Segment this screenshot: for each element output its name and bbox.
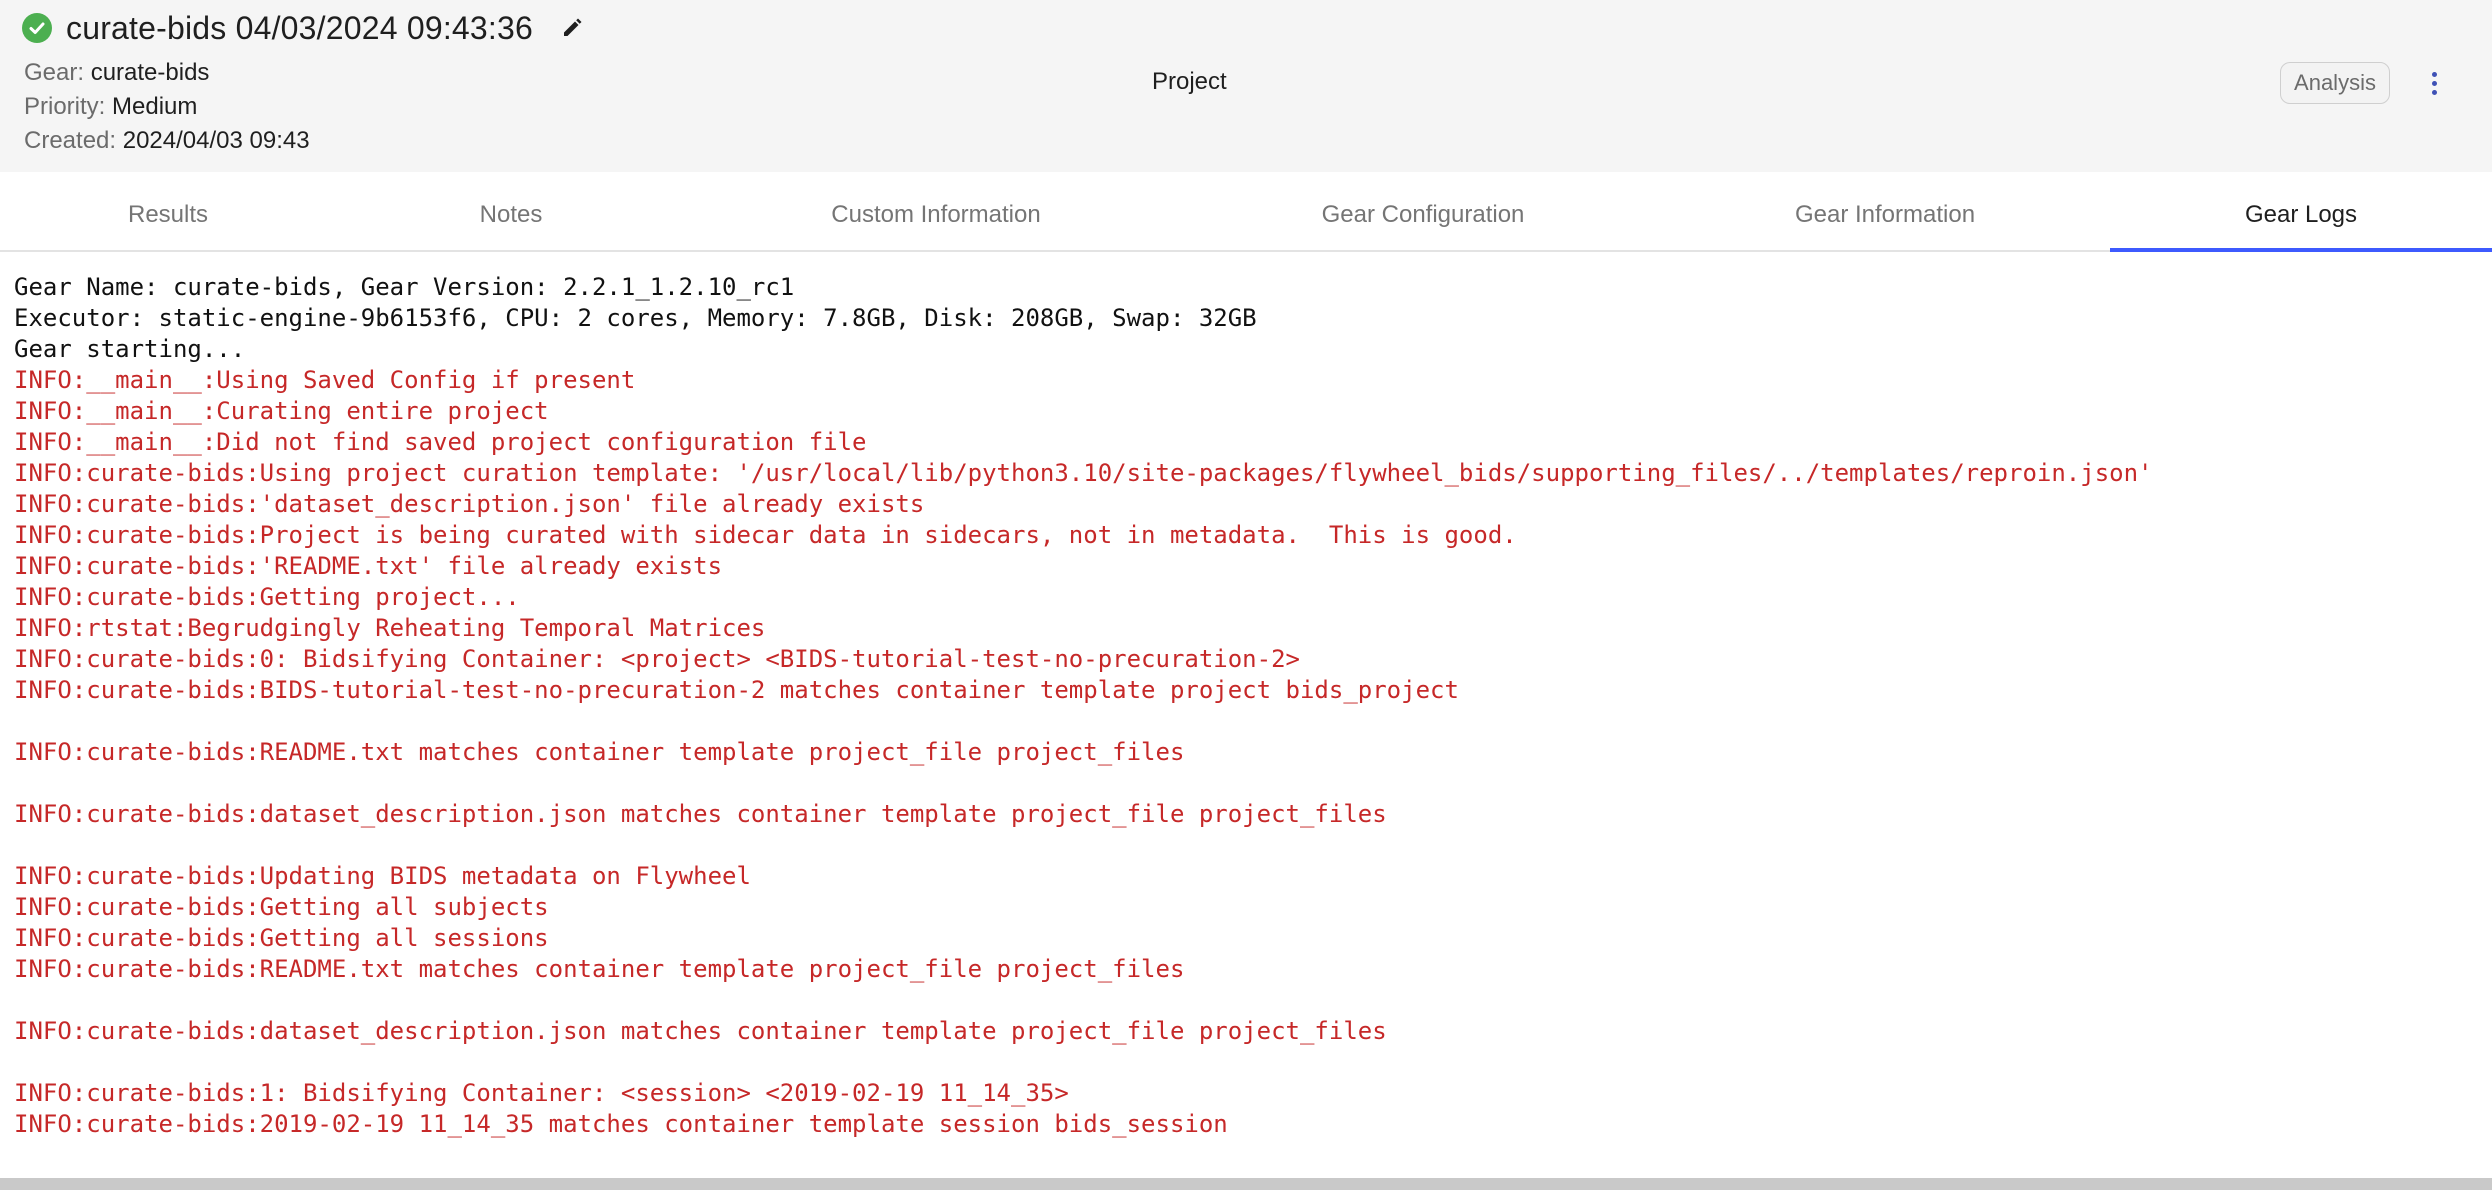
tab-results[interactable]: Results (0, 180, 336, 250)
log-line: INFO:curate-bids:0: Bidsifying Container… (14, 645, 1300, 673)
log-line: INFO:curate-bids:Getting all subjects (14, 893, 549, 921)
job-meta: Gear: curate-bids Priority: Medium Creat… (24, 56, 310, 158)
priority-value: Medium (112, 93, 198, 120)
created-key: Created: (24, 127, 117, 154)
log-line: INFO:curate-bids:README.txt matches cont… (14, 955, 1185, 983)
kebab-menu-icon[interactable] (2424, 66, 2444, 100)
log-line: INFO:curate-bids:Getting project... (14, 583, 520, 611)
analysis-button[interactable]: Analysis (2280, 62, 2390, 104)
log-line: INFO:curate-bids:Getting all sessions (14, 924, 549, 952)
log-line: INFO:rtstat:Begrudgingly Reheating Tempo… (14, 614, 766, 642)
log-line: INFO:curate-bids:dataset_description.jso… (14, 1017, 1387, 1045)
tab-notes[interactable]: Notes (336, 180, 686, 250)
pencil-icon[interactable] (561, 17, 583, 39)
tab-gear-configuration[interactable]: Gear Configuration (1186, 180, 1660, 250)
bottom-overlay-strip (0, 1178, 2492, 1190)
job-header: curate-bids 04/03/2024 09:43:36 Gear: cu… (0, 0, 2492, 172)
log-line: INFO:curate-bids:README.txt matches cont… (14, 738, 1185, 766)
log-line: INFO:__main__:Using Saved Config if pres… (14, 366, 636, 394)
log-line: INFO:curate-bids:Updating BIDS metadata … (14, 862, 751, 890)
created-value: 2024/04/03 09:43 (122, 127, 310, 154)
log-line: Gear starting... (14, 335, 246, 363)
log-line: INFO:curate-bids:Project is being curate… (14, 521, 1517, 549)
gear-value: curate-bids (90, 59, 210, 86)
title-row: curate-bids 04/03/2024 09:43:36 (22, 6, 583, 50)
log-line: INFO:curate-bids:BIDS-tutorial-test-no-p… (14, 676, 1459, 704)
log-line: INFO:curate-bids:dataset_description.jso… (14, 800, 1387, 828)
log-line: INFO:curate-bids:Using project curation … (14, 459, 2153, 487)
log-line: INFO:__main__:Did not find saved project… (14, 428, 867, 456)
context-label: Project (1152, 68, 1227, 95)
gear-log-output: Gear Name: curate-bids, Gear Version: 2.… (14, 272, 2484, 1140)
created-row: Created: 2024/04/03 09:43 (24, 124, 310, 158)
check-circle-icon (22, 13, 52, 43)
log-line: INFO:curate-bids:'README.txt' file alrea… (14, 552, 723, 580)
tab-gear-logs[interactable]: Gear Logs (2110, 180, 2492, 252)
log-line: INFO:__main__:Curating entire project (14, 397, 549, 425)
job-title: curate-bids 04/03/2024 09:43:36 (66, 9, 533, 46)
gear-row: Gear: curate-bids (24, 56, 310, 90)
gear-key: Gear: (24, 59, 85, 86)
priority-row: Priority: Medium (24, 90, 310, 124)
log-line: INFO:curate-bids:1: Bidsifying Container… (14, 1079, 1069, 1107)
log-line: INFO:curate-bids:'dataset_description.js… (14, 490, 925, 518)
log-line: Executor: static-engine-9b6153f6, CPU: 2… (14, 304, 1257, 332)
tab-custom-information[interactable]: Custom Information (686, 180, 1186, 250)
log-line: INFO:curate-bids:2019-02-19 11_14_35 mat… (14, 1110, 1228, 1138)
tab-gear-information[interactable]: Gear Information (1660, 180, 2110, 250)
tab-bar: Results Notes Custom Information Gear Co… (0, 180, 2492, 252)
log-line: Gear Name: curate-bids, Gear Version: 2.… (14, 273, 795, 301)
priority-key: Priority: (24, 93, 106, 120)
